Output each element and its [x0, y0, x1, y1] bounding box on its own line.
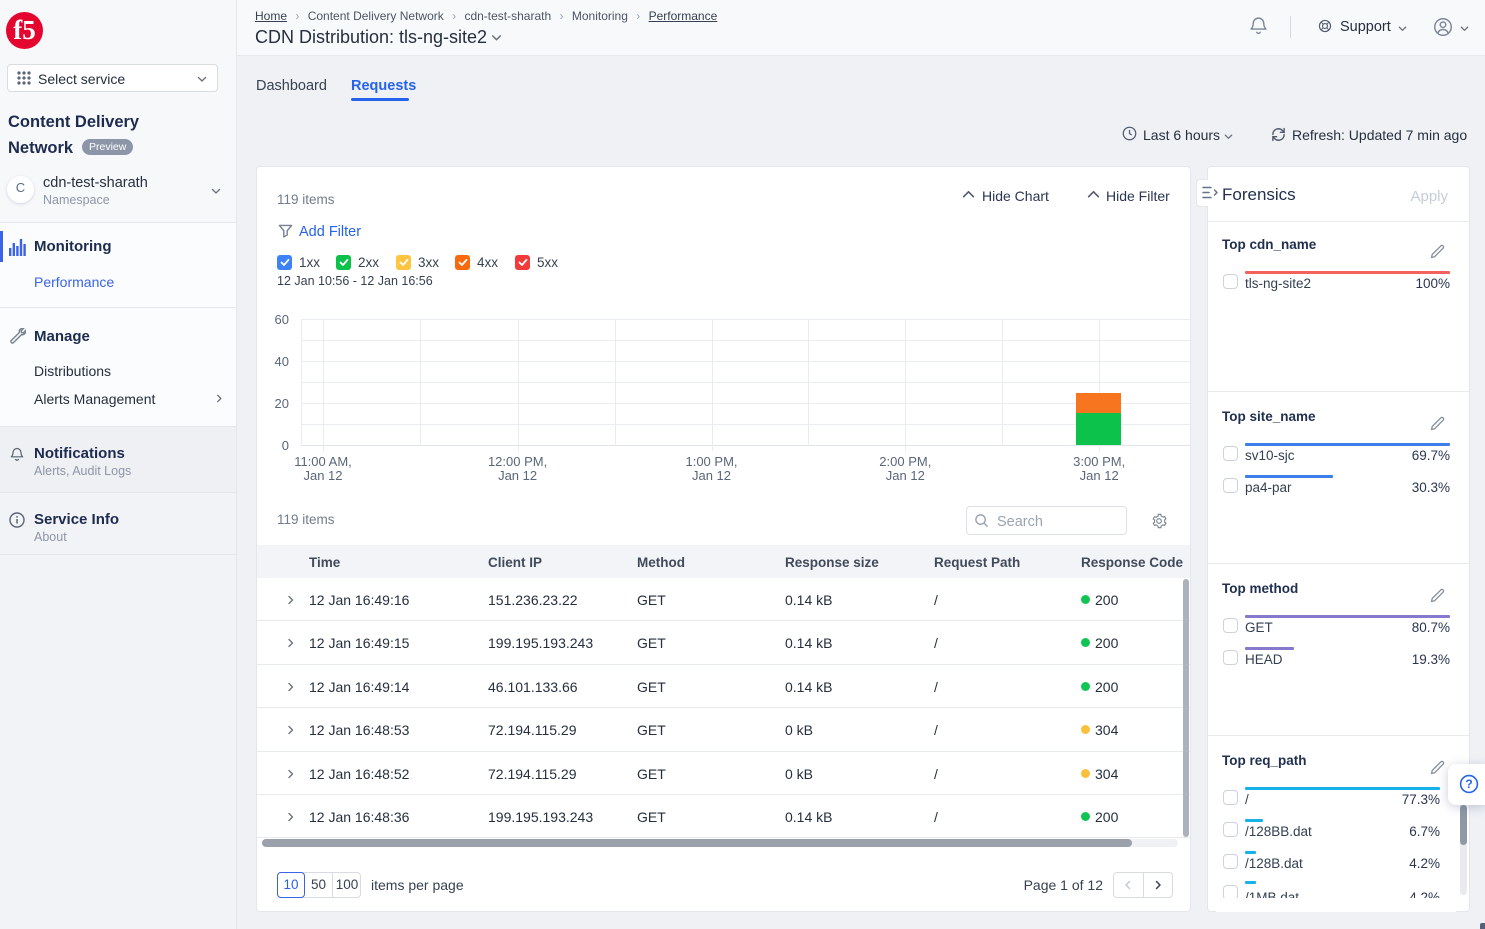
svg-text:?: ?	[1465, 777, 1472, 791]
